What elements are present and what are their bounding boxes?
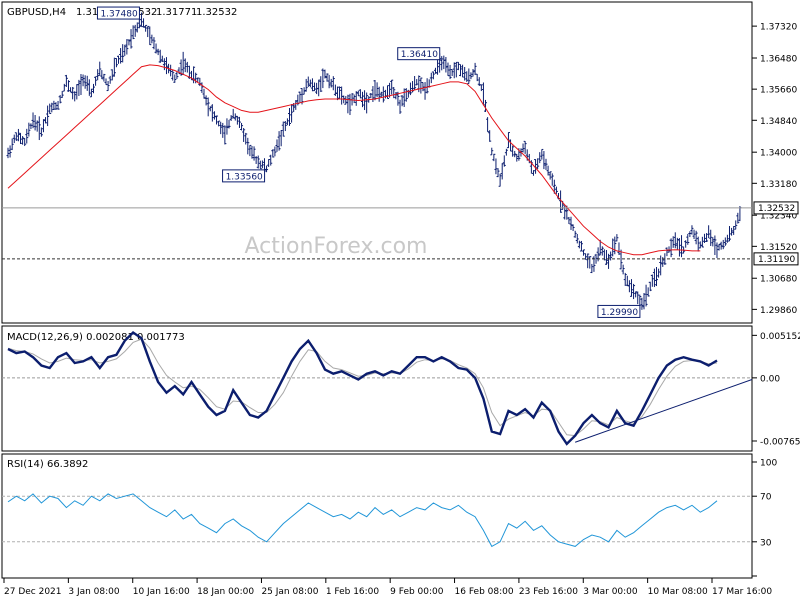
- price-y-tick-label: 1.29860: [760, 306, 797, 316]
- macd-y-tick-label: -0.00765: [760, 437, 800, 447]
- price-y-tick-label: 1.33180: [760, 180, 797, 190]
- annotation-label: 1.29990: [601, 308, 638, 318]
- support-price-text: 1.31190: [758, 255, 795, 265]
- support-price-label: 1.31190: [753, 252, 799, 266]
- macd-pane-title: MACD(12,26,9) 0.002081 0.001773: [7, 332, 185, 343]
- price-y-tick-label: 1.37320: [760, 23, 797, 33]
- price-y-tick-label: 1.30680: [760, 275, 797, 285]
- macd-y-tick-label: 0.00: [760, 374, 780, 384]
- rsi-y-tick-label: 30: [760, 538, 772, 548]
- price-y-tick-label: 1.31520: [760, 243, 797, 253]
- annotation-label: 1.37480: [100, 10, 137, 20]
- rsi-y-tick-label: 70: [760, 493, 772, 503]
- macd-y-tick-label: 0.005152: [760, 332, 800, 342]
- background: [0, 0, 800, 600]
- price-y-tick-label: 1.34840: [760, 117, 797, 127]
- ohlc-low: 1.31771: [156, 7, 197, 18]
- price-y-tick-label: 1.35660: [760, 86, 797, 96]
- x-tick-label: 18 Jan 00:00: [197, 587, 254, 597]
- x-tick-label: 9 Feb 00:00: [390, 587, 444, 597]
- x-tick-label: 25 Jan 08:00: [261, 587, 318, 597]
- x-tick-label: 16 Feb 08:00: [455, 587, 514, 597]
- watermark: ActionForex.com: [245, 234, 428, 259]
- x-tick-label: 3 Jan 08:00: [68, 587, 120, 597]
- chart-canvas: GBPUSD,H4 1.31839 1.32532 1.31771 1.3253…: [0, 0, 800, 600]
- rsi-pane-title: RSI(14) 66.3892: [7, 459, 88, 470]
- annotation-label: 1.36410: [401, 50, 438, 60]
- x-tick-label: 10 Mar 08:00: [648, 587, 708, 597]
- price-pane-title: GBPUSD,H4: [7, 7, 66, 18]
- current-price-label: 1.32532: [753, 201, 799, 215]
- x-tick-label: 23 Feb 16:00: [519, 587, 578, 597]
- price-y-tick-label: 1.34000: [760, 149, 797, 159]
- ohlc-close: 1.32532: [196, 7, 237, 18]
- annotation-label: 1.33560: [226, 172, 263, 182]
- price-y-tick-label: 1.36480: [760, 55, 797, 65]
- x-tick-label: 27 Dec 2021: [4, 587, 62, 597]
- x-tick-label: 17 Mar 16:00: [712, 587, 772, 597]
- x-tick-label: 3 Mar 00:00: [583, 587, 638, 597]
- x-tick-label: 1 Feb 16:00: [326, 587, 380, 597]
- rsi-y-tick-label: 100: [760, 459, 777, 469]
- x-tick-label: 10 Jan 16:00: [133, 587, 190, 597]
- current-price-text: 1.32532: [758, 204, 795, 214]
